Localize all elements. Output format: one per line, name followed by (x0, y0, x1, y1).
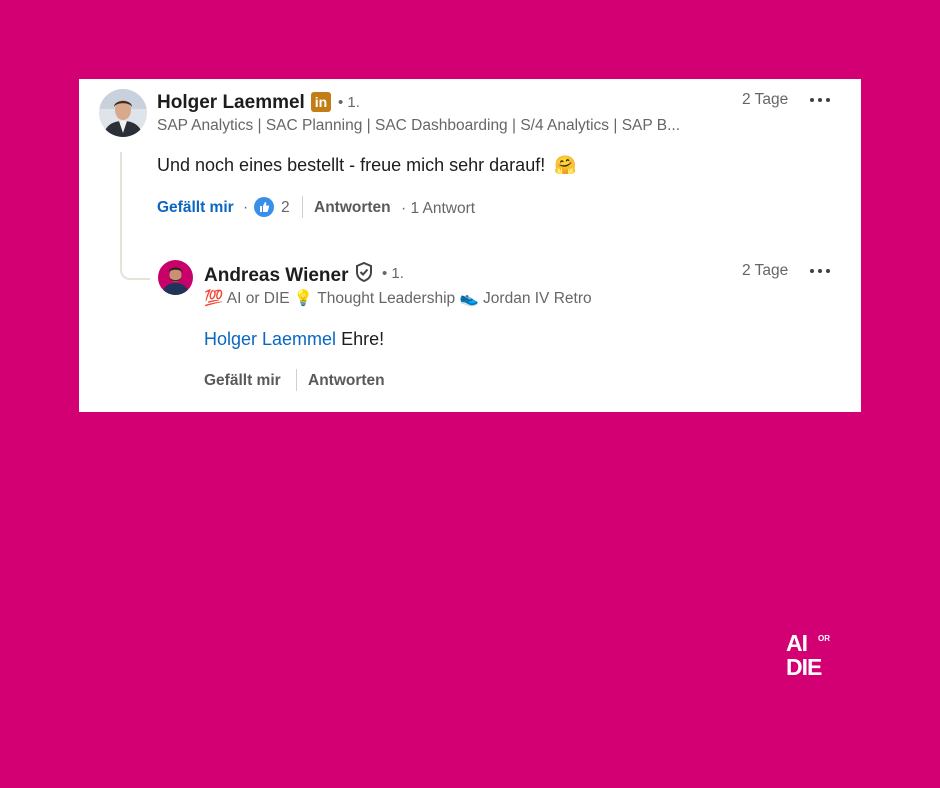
comment-author-headline: SAP Analytics | SAC Planning | SAC Dashb… (157, 117, 680, 134)
comment-like-button[interactable]: Gefällt mir (157, 199, 234, 217)
reply-like-button[interactable]: Gefällt mir (204, 372, 281, 390)
logo-line1: AI (786, 630, 808, 656)
comment-timestamp: 2 Tage (742, 91, 789, 108)
comment-more-options-icon[interactable] (810, 96, 832, 104)
avatar-andreas[interactable] (158, 260, 193, 295)
linkedin-icon: in (311, 92, 331, 112)
reply-text-content: Ehre! (336, 329, 385, 349)
avatar-holger[interactable] (99, 89, 147, 137)
verified-shield-icon (354, 261, 374, 283)
comment-reply-count[interactable]: · 1 Antwort (401, 200, 475, 218)
ai-or-die-logo: AI OR DIE (786, 632, 832, 680)
comment-author-name[interactable]: Holger Laemmel (157, 92, 305, 114)
comment-separator: · (243, 199, 249, 216)
logo-small: OR (818, 634, 830, 643)
reply-author-name[interactable]: Andreas Wiener (204, 265, 349, 287)
reply-author-headline: 💯 AI or DIE 💡 Thought Leadership 👟 Jorda… (204, 290, 592, 307)
reply-mention-link[interactable]: Holger Laemmel (204, 329, 336, 349)
reply-timestamp: 2 Tage (742, 262, 789, 279)
reply-connection-degree: • 1. (382, 265, 404, 282)
reply-actions-divider (296, 369, 297, 391)
comment-text-content: Und noch eines bestellt - freue mich seh… (157, 155, 546, 175)
hugging-face-emoji-icon: 🤗 (554, 155, 577, 175)
reply-more-options-icon[interactable] (810, 267, 832, 275)
reply-reply-button[interactable]: Antworten (308, 372, 385, 390)
comment-reply-button[interactable]: Antworten (314, 199, 391, 217)
page-background: { "comment": { "author": "Holger Laemmel… (0, 0, 940, 788)
comment-reaction-count[interactable]: 2 (281, 199, 290, 217)
reply-text: Holger Laemmel Ehre! (204, 329, 384, 350)
like-reaction-icon[interactable] (254, 197, 274, 217)
comment-text: Und noch eines bestellt - freue mich seh… (157, 155, 577, 176)
thread-connector-line (120, 152, 150, 280)
comment-actions-divider (302, 196, 303, 218)
comment-connection-degree: • 1. (338, 94, 360, 111)
logo-line2: DIE (786, 654, 822, 680)
